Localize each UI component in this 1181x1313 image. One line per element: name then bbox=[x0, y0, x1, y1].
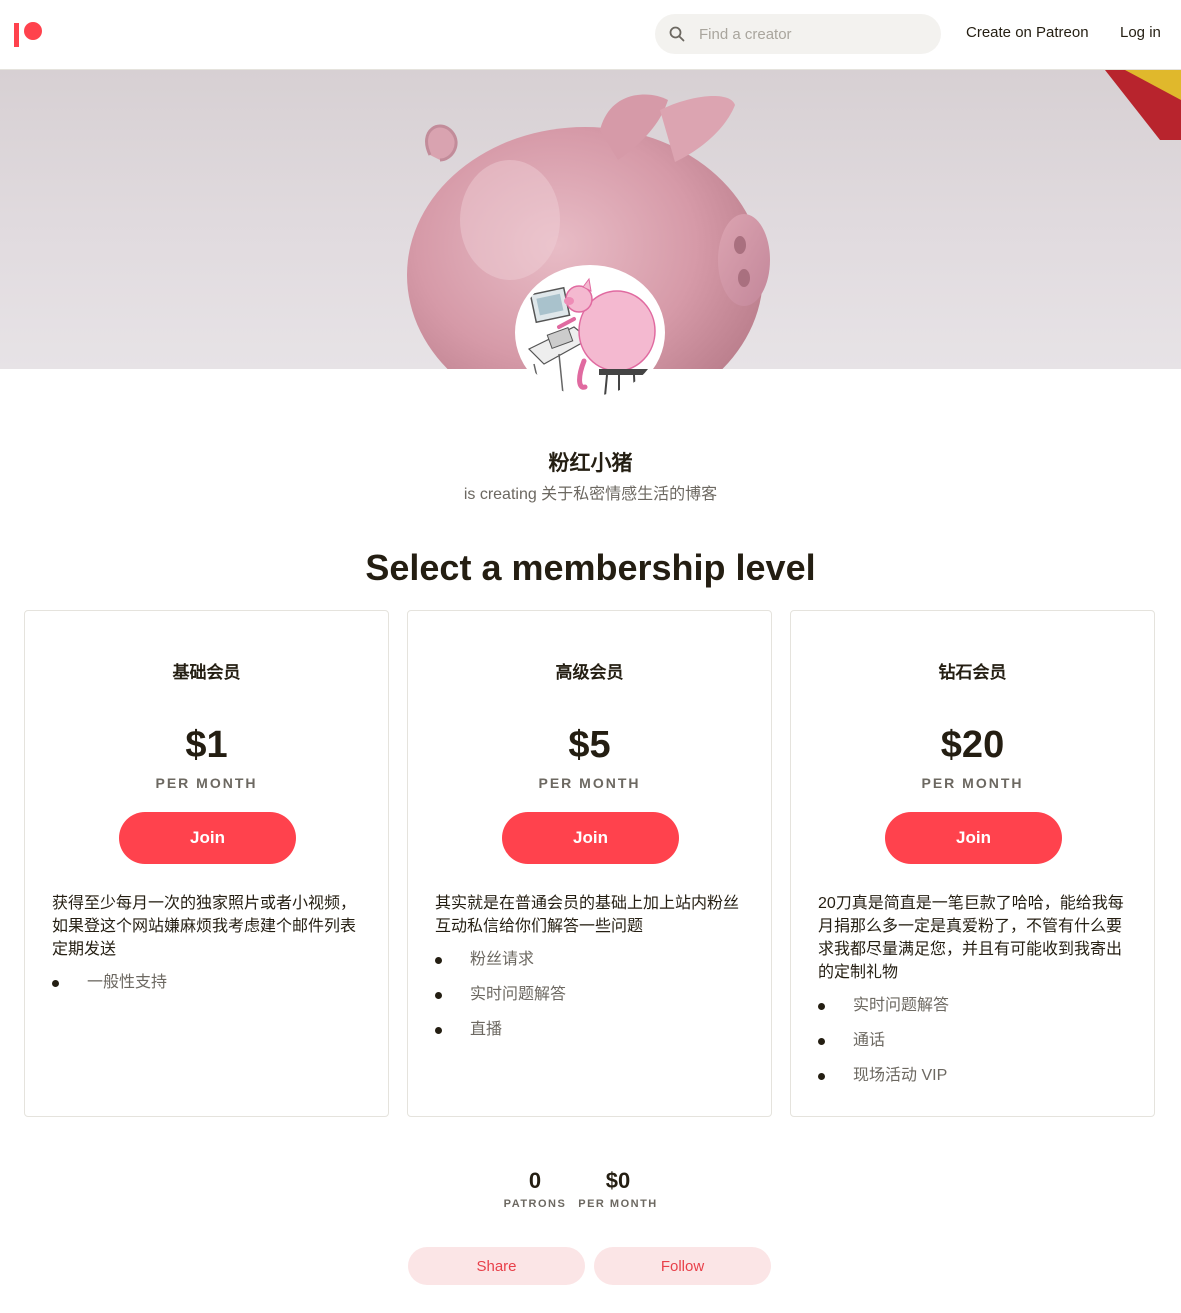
bullet-icon bbox=[435, 1027, 442, 1034]
tier-description: 20刀真是简直是一笔巨款了哈哈，能给我每月捐那么多一定是真爱粉了，不管有什么要求… bbox=[818, 895, 1124, 981]
benefit-label: 实时问题解答 bbox=[853, 997, 950, 1014]
patrons-label: PATRONS bbox=[503, 1198, 567, 1210]
bullet-icon bbox=[52, 980, 59, 987]
top-nav: Create on Patreon Log in bbox=[0, 0, 1181, 70]
benefits-list: 粉丝请求 实时问题解答 直播 bbox=[435, 950, 747, 1055]
benefit-label: 通话 bbox=[853, 1032, 886, 1049]
tier-description: 获得至少每月一次的独家照片或者小视频，如果登这个网站嫌麻烦我考虑建个邮件列表定期… bbox=[52, 895, 357, 958]
membership-title: Select a membership level bbox=[365, 547, 816, 588]
bullet-icon bbox=[435, 992, 442, 999]
earnings-stat: $0 PER MONTH bbox=[578, 1168, 658, 1210]
logo-dot bbox=[24, 22, 42, 40]
bullet-icon bbox=[818, 1038, 825, 1045]
tier-period: PER MONTH bbox=[155, 775, 258, 791]
tier-description-block: 20刀真是简直是一笔巨款了哈哈，能给我每月捐那么多一定是真爱粉了，不管有什么要求… bbox=[818, 892, 1130, 1101]
earnings-amount: $0 bbox=[605, 1168, 631, 1193]
benefit-item: 直播 bbox=[435, 1020, 747, 1055]
bullet-icon bbox=[435, 957, 442, 964]
benefit-item: 粉丝请求 bbox=[435, 950, 747, 985]
creator-tagline: is creating 关于私密情感生活的博客 bbox=[463, 486, 718, 503]
share-button[interactable]: Share bbox=[408, 1247, 585, 1285]
follow-button[interactable]: Follow bbox=[594, 1247, 771, 1285]
create-on-patreon-link[interactable]: Create on Patreon bbox=[966, 24, 1089, 41]
benefit-label: 一般性支持 bbox=[87, 974, 168, 991]
tier-name: 钻石会员 bbox=[938, 663, 1007, 682]
patrons-count: 0 bbox=[528, 1168, 542, 1193]
creator-name: 粉红小猪 bbox=[548, 452, 633, 475]
join-button[interactable]: Join bbox=[502, 812, 679, 864]
tier-price: $1 bbox=[185, 724, 228, 766]
benefit-item: 现场活动 VIP bbox=[818, 1066, 1130, 1101]
tier-card: 高级会员 $5 PER MONTH Join 其实就是在普通会员的基础上加上站内… bbox=[407, 610, 772, 1117]
benefit-item: 一般性支持 bbox=[52, 973, 364, 1008]
search-box[interactable] bbox=[655, 14, 941, 54]
benefit-label: 现场活动 VIP bbox=[853, 1067, 948, 1084]
benefit-item: 通话 bbox=[818, 1031, 1130, 1066]
benefit-label: 直播 bbox=[470, 1021, 503, 1038]
benefit-label: 实时问题解答 bbox=[470, 986, 567, 1003]
tier-period: PER MONTH bbox=[921, 775, 1024, 791]
tier-description-block: 其实就是在普通会员的基础上加上站内粉丝互动私信给你们解答一些问题 粉丝请求 实时… bbox=[435, 892, 747, 1055]
search-input[interactable] bbox=[699, 14, 929, 54]
benefit-label: 粉丝请求 bbox=[470, 951, 535, 968]
benefit-item: 实时问题解答 bbox=[818, 996, 1130, 1031]
tier-period: PER MONTH bbox=[538, 775, 641, 791]
tier-card: 钻石会员 $20 PER MONTH Join 20刀真是简直是一笔巨款了哈哈，… bbox=[790, 610, 1155, 1117]
tier-description: 其实就是在普通会员的基础上加上站内粉丝互动私信给你们解答一些问题 bbox=[435, 895, 740, 935]
join-button[interactable]: Join bbox=[119, 812, 296, 864]
benefit-item: 实时问题解答 bbox=[435, 985, 747, 1020]
login-link[interactable]: Log in bbox=[1120, 24, 1161, 41]
benefits-list: 一般性支持 bbox=[52, 973, 364, 1008]
tier-card: 基础会员 $1 PER MONTH Join 获得至少每月一次的独家照片或者小视… bbox=[24, 610, 389, 1117]
logo-bar bbox=[14, 23, 19, 47]
tier-name: 高级会员 bbox=[555, 663, 624, 682]
bullet-icon bbox=[818, 1003, 825, 1010]
benefits-list: 实时问题解答 通话 现场活动 VIP bbox=[818, 996, 1130, 1101]
join-button[interactable]: Join bbox=[885, 812, 1062, 864]
patrons-stat: 0 PATRONS bbox=[500, 1168, 570, 1210]
bullet-icon bbox=[818, 1073, 825, 1080]
tier-price: $20 bbox=[940, 724, 1005, 766]
tier-description-block: 获得至少每月一次的独家照片或者小视频，如果登这个网站嫌麻烦我考虑建个邮件列表定期… bbox=[52, 892, 364, 1008]
tier-price: $5 bbox=[568, 724, 611, 766]
search-icon bbox=[669, 26, 685, 42]
tier-name: 基础会员 bbox=[172, 663, 241, 682]
earnings-label: PER MONTH bbox=[578, 1198, 658, 1210]
creator-avatar[interactable] bbox=[515, 265, 665, 400]
patreon-logo[interactable] bbox=[14, 22, 42, 48]
pig-at-computer-illustration bbox=[519, 269, 661, 396]
